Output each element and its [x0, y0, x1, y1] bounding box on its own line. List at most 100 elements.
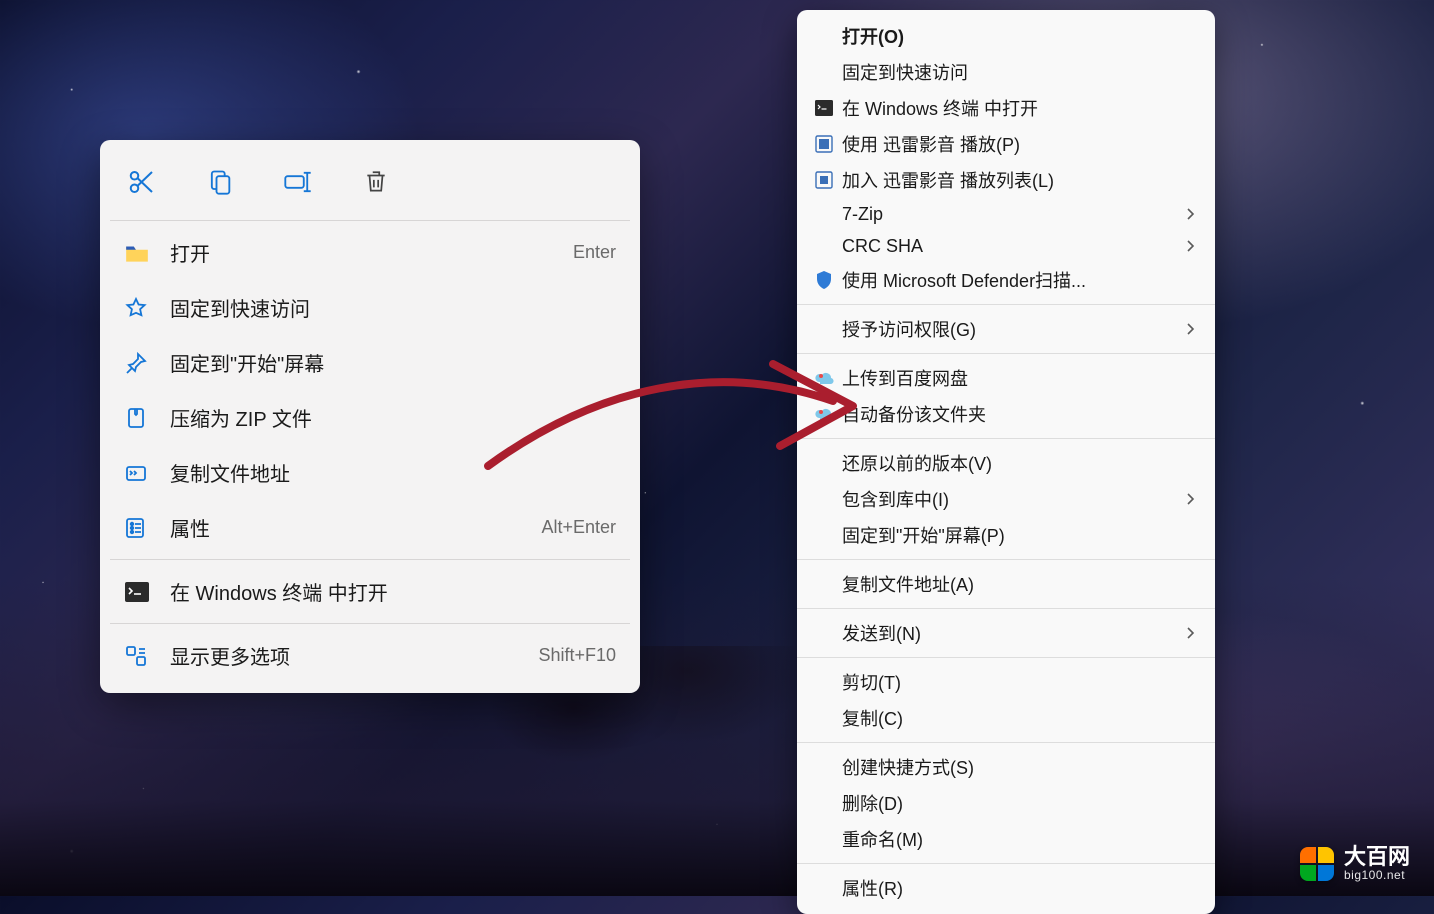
trash-icon	[363, 168, 389, 196]
classic-menu-item[interactable]: 加入 迅雷影音 播放列表(L)	[797, 162, 1215, 198]
blank-icon	[811, 235, 837, 257]
classic-menu-item[interactable]: 还原以前的版本(V)	[797, 445, 1215, 481]
menu-item-label: 7-Zip	[842, 204, 1185, 225]
menu-separator	[797, 657, 1215, 658]
menu-item-label: 固定到"开始"屏幕	[170, 348, 616, 377]
menu-item-label: 打开(O)	[842, 23, 1195, 49]
classic-menu-item[interactable]: 复制文件地址(A)	[797, 566, 1215, 602]
menu-item-shortcut: Alt+Enter	[541, 517, 616, 538]
menu-item-label: 自动备份该文件夹	[842, 401, 1195, 427]
menu-item-label: 重命名(M)	[842, 826, 1195, 852]
menu-item-label: 在 Windows 终端 中打开	[170, 577, 616, 606]
defender-shield-icon	[811, 269, 837, 291]
scissors-icon	[127, 167, 157, 197]
classic-menu-item[interactable]: 剪切(T)	[797, 664, 1215, 700]
menu-item-label: 属性	[170, 513, 541, 542]
classic-context-menu: 打开(O) 固定到快速访问在 Windows 终端 中打开使用 迅雷影音 播放(P…	[797, 10, 1215, 914]
menu-item-properties[interactable]: 属性 Alt+Enter	[106, 500, 634, 555]
xunlei-play-icon	[811, 133, 837, 155]
classic-menu-item[interactable]: 上传到百度网盘	[797, 360, 1215, 396]
submenu-chevron-icon	[1185, 626, 1195, 640]
menu-item-pin-quick-access[interactable]: 固定到快速访问	[106, 280, 634, 335]
menu-separator	[110, 559, 630, 560]
menu-item-label: CRC SHA	[842, 236, 1185, 257]
menu-item-label: 固定到快速访问	[842, 59, 1195, 85]
menu-item-label: 在 Windows 终端 中打开	[842, 95, 1195, 121]
watermark-subtitle: big100.net	[1344, 868, 1410, 882]
menu-item-label: 打开	[170, 238, 573, 267]
blank-icon	[811, 792, 837, 814]
submenu-chevron-icon	[1185, 239, 1195, 253]
baidu-cloud-icon	[811, 367, 837, 389]
classic-menu-item[interactable]: 自动备份该文件夹	[797, 396, 1215, 432]
menu-item-label: 复制文件地址	[170, 458, 616, 487]
classic-menu-item[interactable]: 创建快捷方式(S)	[797, 749, 1215, 785]
menu-separator	[797, 304, 1215, 305]
menu-separator	[110, 220, 630, 221]
win11-context-menu: 打开 Enter 固定到快速访问 固定到"开始"屏幕 压缩为 ZIP 文件 复制…	[100, 140, 640, 693]
classic-menu-item[interactable]: 使用 Microsoft Defender扫描...	[797, 262, 1215, 298]
classic-menu-item[interactable]: 复制(C)	[797, 700, 1215, 736]
watermark-logo-icon	[1300, 847, 1334, 881]
classic-menu-item[interactable]: 包含到库中(I)	[797, 481, 1215, 517]
xunlei-playlist-icon	[811, 169, 837, 191]
menu-separator	[797, 438, 1215, 439]
copy-button[interactable]	[200, 162, 240, 202]
menu-item-shortcut: Enter	[573, 242, 616, 263]
submenu-chevron-icon	[1185, 492, 1195, 506]
cut-button[interactable]	[122, 162, 162, 202]
menu-item-label: 复制(C)	[842, 705, 1195, 731]
classic-menu-item[interactable]: 属性(R)	[797, 870, 1215, 906]
classic-menu-item[interactable]: 固定到快速访问	[797, 54, 1215, 90]
menu-item-label: 加入 迅雷影音 播放列表(L)	[842, 167, 1195, 193]
menu-item-label: 使用 Microsoft Defender扫描...	[842, 267, 1195, 293]
menu-item-label: 固定到"开始"屏幕(P)	[842, 522, 1195, 548]
blank-icon	[811, 25, 837, 47]
menu-separator	[797, 559, 1215, 560]
rename-button[interactable]	[278, 162, 318, 202]
classic-menu-item[interactable]: CRC SHA	[797, 230, 1215, 262]
menu-separator	[110, 623, 630, 624]
menu-item-label: 使用 迅雷影音 播放(P)	[842, 131, 1195, 157]
menu-item-label: 显示更多选项	[170, 641, 538, 670]
blank-icon	[811, 203, 837, 225]
menu-item-label: 剪切(T)	[842, 669, 1195, 695]
star-icon	[124, 294, 156, 322]
menu-item-copy-path[interactable]: 复制文件地址	[106, 445, 634, 500]
blank-icon	[811, 622, 837, 644]
menu-item-label: 固定到快速访问	[170, 293, 616, 322]
classic-menu-item[interactable]: 在 Windows 终端 中打开	[797, 90, 1215, 126]
menu-item-open-terminal[interactable]: 在 Windows 终端 中打开	[106, 564, 634, 619]
terminal-small-icon	[811, 97, 837, 119]
context-menu-quick-toolbar	[106, 150, 634, 216]
blank-icon	[811, 828, 837, 850]
classic-menu-item[interactable]: 重命名(M)	[797, 821, 1215, 857]
menu-item-open[interactable]: 打开 Enter	[106, 225, 634, 280]
zip-icon	[124, 404, 156, 432]
classic-menu-item[interactable]: 发送到(N)	[797, 615, 1215, 651]
classic-menu-item[interactable]: 打开(O)	[797, 18, 1215, 54]
classic-menu-item[interactable]: 固定到"开始"屏幕(P)	[797, 517, 1215, 553]
classic-menu-item[interactable]: 授予访问权限(G)	[797, 311, 1215, 347]
menu-item-compress-zip[interactable]: 压缩为 ZIP 文件	[106, 390, 634, 445]
menu-item-pin-start[interactable]: 固定到"开始"屏幕	[106, 335, 634, 390]
terminal-icon	[124, 578, 156, 606]
blank-icon	[811, 756, 837, 778]
copy-icon	[206, 168, 234, 196]
menu-item-label: 包含到库中(I)	[842, 486, 1185, 512]
menu-separator	[797, 742, 1215, 743]
classic-menu-item[interactable]: 7-Zip	[797, 198, 1215, 230]
watermark: 大百网 big100.net	[1300, 846, 1410, 882]
watermark-title: 大百网	[1344, 846, 1410, 868]
classic-menu-item[interactable]: 删除(D)	[797, 785, 1215, 821]
blank-icon	[811, 524, 837, 546]
menu-item-label: 还原以前的版本(V)	[842, 450, 1195, 476]
blank-icon	[811, 452, 837, 474]
menu-item-label: 创建快捷方式(S)	[842, 754, 1195, 780]
classic-menu-item[interactable]: 使用 迅雷影音 播放(P)	[797, 126, 1215, 162]
properties-icon	[124, 514, 156, 542]
folder-icon	[124, 239, 156, 267]
menu-item-show-more-options[interactable]: 显示更多选项 Shift+F10	[106, 628, 634, 683]
delete-button[interactable]	[356, 162, 396, 202]
menu-item-label: 上传到百度网盘	[842, 365, 1195, 391]
